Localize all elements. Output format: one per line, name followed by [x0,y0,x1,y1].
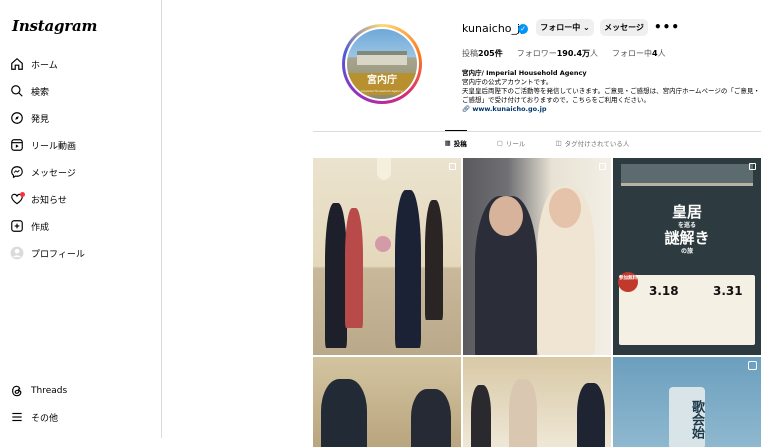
person-figure [345,208,363,328]
multiple-photos-icon [749,163,756,170]
chandelier-shape [377,158,391,180]
followers-count[interactable]: フォロワー190.4万人 [517,48,598,59]
profile-bio: 宮内庁/ Imperial Household Agency 宮内庁の公式アカウ… [462,69,780,114]
sidebar-item-label: 検索 [31,87,50,98]
sidebar-item-label: ホーム [31,60,58,71]
following-count[interactable]: フォロー中4人 [612,48,666,59]
grid-icon: ▦ [444,139,451,147]
profile-avatar[interactable]: 宮内庁 Imperial Household Agency [342,24,422,104]
instagram-logo[interactable]: Instagram [12,17,97,35]
sidebar-item-label: リール動画 [31,141,77,152]
bio-name: 宮内庁/ Imperial Household Agency [462,69,587,77]
reel-icon [748,361,757,370]
sidebar-item-label: Threads [31,386,68,396]
link-icon: 🔗︎ [462,105,471,113]
post-tile[interactable] [463,357,611,447]
person-figure [425,200,443,320]
tab-label: 投稿 [453,140,467,148]
face-shape [549,188,581,228]
sidebar-item-label: 発見 [31,114,50,125]
tab-tagged[interactable]: ◫ タグ付けされている人 [555,138,629,148]
event-start-date: 3.18 [649,284,679,298]
bio-link[interactable]: www.kunaicho.go.jp [472,105,546,113]
verified-badge-icon: ✓ [518,24,528,34]
sidebar-item-reels[interactable]: リール動画 [10,134,76,156]
sidebar-item-threads[interactable]: Threads [10,380,67,402]
threads-icon [10,384,24,398]
post-tile[interactable] [313,158,461,355]
bio-line-1: 宮内庁の公式アカウントです。 [462,78,553,86]
messenger-icon [10,165,24,179]
heart-icon [10,192,25,206]
event-end-date: 3.31 [713,284,743,298]
sidebar-item-notifications[interactable]: お知らせ [10,188,67,210]
search-icon [10,84,24,98]
person-figure [509,379,537,447]
tabs-divider [313,131,761,132]
reels-icon: ▢ [496,139,503,147]
more-options-icon[interactable]: ••• [654,20,680,34]
post-tile[interactable] [463,158,611,355]
sidebar-item-label: プロフィール [31,249,85,260]
home-icon [10,57,24,71]
person-figure [577,383,605,447]
person-figure [325,203,347,348]
poem-event-title: 歌会始 [669,387,705,447]
tab-label: タグ付けされている人 [564,140,630,148]
sidebar-item-label: 作成 [31,222,50,233]
sidebar-item-explore[interactable]: 発見 [10,107,49,129]
profile-stats: 投稿205件 フォロワー190.4万人 フォロー中4人 [462,48,666,59]
face-shape [489,196,523,236]
tab-label: リール [505,140,526,148]
sidebar-item-create[interactable]: 作成 [10,215,49,237]
notification-dot [20,192,25,197]
profile-tabs: ▦ 投稿 ▢ リール ◫ タグ付けされている人 [313,130,761,148]
posts-count: 投稿205件 [462,49,503,58]
compass-icon [10,111,24,125]
gate-roof-shape [621,164,753,186]
avatar-image: 宮内庁 Imperial Household Agency [347,29,417,99]
message-button[interactable]: メッセージ [600,19,648,36]
multiple-photos-icon [599,163,606,170]
post-tile[interactable]: 歌会始 [613,357,761,447]
free-badge: 参加無料 [618,272,638,292]
sidebar: Instagram ホーム 検索 発見 リール動画 メッセージ お知らせ 作成 … [0,0,162,438]
flower-bouquet [375,236,391,252]
sidebar-item-home[interactable]: ホーム [10,53,58,75]
sidebar-item-label: メッセージ [31,168,76,179]
sidebar-item-messages[interactable]: メッセージ [10,161,76,183]
sidebar-item-label: その他 [31,413,59,424]
person-figure [411,389,451,447]
person-figure [395,190,421,348]
avatar-subtext: Imperial Household Agency [361,89,403,93]
bio-link-row[interactable]: 🔗︎ www.kunaicho.go.jp [462,105,780,114]
avatar-text: 宮内庁 [367,75,397,86]
sidebar-item-profile[interactable]: プロフィール [10,242,85,264]
post-tile[interactable] [313,357,461,447]
event-title: 皇居 を巡る 謎解き の旅 [664,203,710,255]
bio-line-2: 天皇皇后両陛下のご活動等を発信していきます。ご意見・ご感想は、宮内庁ホームページ… [462,87,760,104]
plus-square-icon [10,219,24,233]
palace-building-shape [357,51,407,65]
sidebar-item-search[interactable]: 検索 [10,80,49,102]
avatar-band: 宮内庁 Imperial Household Agency [347,73,417,95]
person-figure [321,379,367,447]
menu-icon [10,410,24,424]
profile-avatar-icon [10,246,24,260]
following-button[interactable]: フォロー中 ⌄ [536,19,594,36]
tab-reels[interactable]: ▢ リール [497,138,526,148]
sidebar-item-label: お知らせ [31,195,67,206]
post-tile[interactable]: 皇居 を巡る 謎解き の旅 参加無料 3.18 3.31 [613,158,761,355]
reels-icon [10,138,24,152]
tab-posts[interactable]: ▦ 投稿 [444,130,467,148]
sidebar-item-more[interactable]: その他 [10,406,58,428]
tag-icon: ◫ [555,139,562,147]
multiple-photos-icon [449,163,456,170]
